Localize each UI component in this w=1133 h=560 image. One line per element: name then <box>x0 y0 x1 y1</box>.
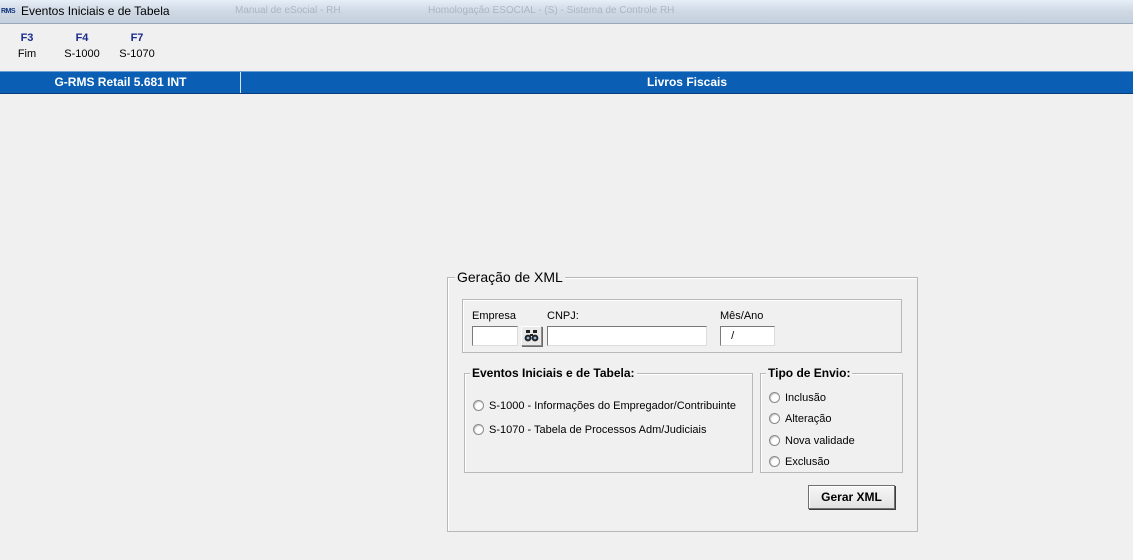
company-fields-group: Empresa CNPJ: Mês/Ano <box>462 299 902 353</box>
f3-fim-button[interactable]: F3 Fim <box>0 30 57 62</box>
empresa-label: Empresa <box>472 310 517 322</box>
window-title: Eventos Iniciais e de Tabela <box>21 4 170 18</box>
radio-button-circle <box>769 392 780 403</box>
radio-label: Inclusão <box>785 392 826 404</box>
binoculars-icon <box>524 330 539 342</box>
window-titlebar: RMS Eventos Iniciais e de Tabela Manual … <box>0 0 1133 24</box>
mes-ano-input[interactable] <box>720 326 775 346</box>
radio-label: S-1070 - Tabela de Processos Adm/Judicia… <box>489 424 707 436</box>
radio-label: Alteração <box>785 413 832 425</box>
nova-validade-radio[interactable]: Nova validade <box>769 433 894 449</box>
f7-s1070-button[interactable]: F7 S-1070 <box>107 30 167 62</box>
radio-button-circle <box>473 424 484 435</box>
cnpj-input[interactable] <box>547 326 707 346</box>
cnpj-label: CNPJ: <box>547 310 579 322</box>
s1000-radio[interactable]: S-1000 - Informações do Empregador/Contr… <box>473 398 748 414</box>
module-title: Livros Fiscais <box>646 75 728 89</box>
inclusao-radio[interactable]: Inclusão <box>769 390 894 406</box>
background-window-title: Manual de eSocial - RH <box>235 5 341 16</box>
radio-label: Exclusão <box>785 456 830 468</box>
radio-button-circle <box>473 400 484 411</box>
radio-button-circle <box>769 435 780 446</box>
panel-title: Geração de XML <box>455 269 565 285</box>
system-version-label: G-RMS Retail 5.681 INT <box>1 72 241 93</box>
binoculars-search-button[interactable] <box>521 326 542 346</box>
function-key-label: Fim <box>17 48 37 60</box>
gerar-xml-button[interactable]: Gerar XML <box>808 485 895 509</box>
function-key-code: F3 <box>20 32 34 44</box>
application-header-bar: G-RMS Retail 5.681 INT Livros Fiscais <box>0 71 1133 94</box>
radio-button-circle <box>769 456 780 467</box>
function-key-code: F7 <box>130 32 144 44</box>
function-key-bar: F3 Fim F4 S-1000 F7 S-1070 <box>0 30 200 68</box>
mes-ano-label: Mês/Ano <box>720 310 764 322</box>
empresa-input[interactable] <box>472 326 518 346</box>
radio-button-circle <box>769 413 780 424</box>
xml-generation-panel: Geração de XML Empresa CNPJ: Mês/Ano Eve… <box>447 269 918 532</box>
function-key-label: S-1000 <box>64 48 100 60</box>
f4-s1000-button[interactable]: F4 S-1000 <box>52 30 112 62</box>
radio-label: S-1000 - Informações do Empregador/Contr… <box>489 400 737 412</box>
exclusao-radio[interactable]: Exclusão <box>769 454 894 470</box>
radio-label: Nova validade <box>785 435 855 447</box>
function-key-code: F4 <box>75 32 89 44</box>
eventos-group: Eventos Iniciais e de Tabela: S-1000 - I… <box>464 366 753 473</box>
s1070-radio[interactable]: S-1070 - Tabela de Processos Adm/Judicia… <box>473 422 748 438</box>
function-key-label: S-1070 <box>119 48 155 60</box>
alteracao-radio[interactable]: Alteração <box>769 411 894 427</box>
tipo-envio-group: Tipo de Envio: Inclusão Alteração Nova v… <box>760 366 903 473</box>
eventos-group-title: Eventos Iniciais e de Tabela: <box>470 366 637 380</box>
background-window-title: Homologação ESOCIAL - (S) - Sistema de C… <box>428 5 675 16</box>
app-logo-icon: RMS <box>1 8 16 15</box>
tipo-envio-group-title: Tipo de Envio: <box>766 366 853 380</box>
